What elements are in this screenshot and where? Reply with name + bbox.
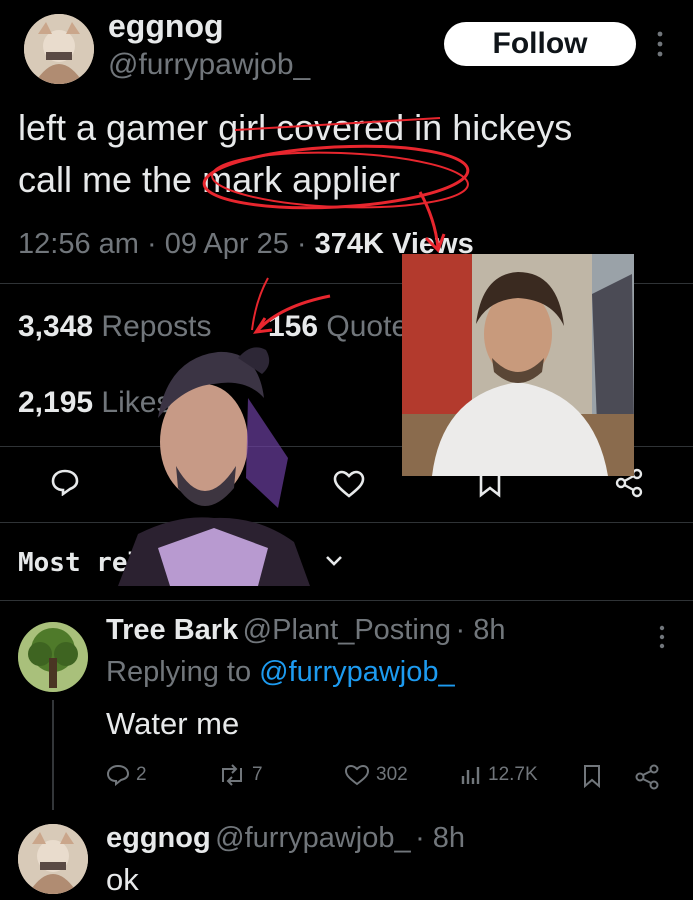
- overlay-photo: [402, 254, 634, 476]
- overlay-character: [118, 338, 310, 586]
